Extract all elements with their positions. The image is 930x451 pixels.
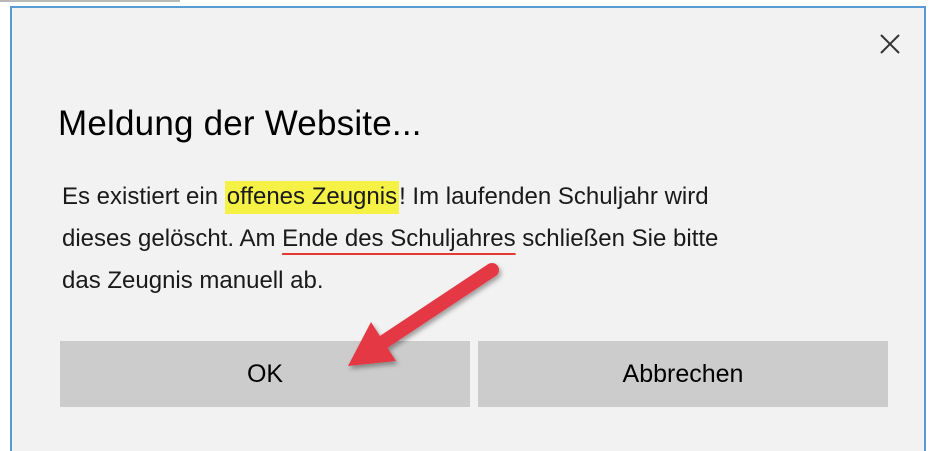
message-text: dieses gelöscht. Am [62,225,283,252]
message-line-1: Es existiert ein offenes Zeugnis! Im lau… [62,176,882,218]
highlighted-text: offenes Zeugnis [224,181,400,214]
alert-dialog: Meldung der Website... Es existiert ein … [10,6,926,451]
close-button[interactable] [874,28,906,60]
dialog-message: Es existiert ein offenes Zeugnis! Im lau… [62,176,882,302]
message-text: Es existiert ein [62,183,225,210]
ok-button[interactable]: OK [60,341,470,407]
dialog-title: Meldung der Website... [58,104,422,143]
message-line-3: das Zeugnis manuell ab. [62,267,324,294]
page: Meldung der Website... Es existiert ein … [0,0,930,451]
message-text: ! Im laufenden Schuljahr wird [399,183,709,210]
close-icon [879,33,901,55]
window-edge [0,0,180,2]
message-text: schließen Sie bitte [515,225,719,252]
message-line-2: dieses gelöscht. Am Ende des Schuljahres… [62,218,882,260]
cancel-button[interactable]: Abbrechen [478,341,888,407]
underlined-text: Ende des Schuljahres [282,225,516,252]
